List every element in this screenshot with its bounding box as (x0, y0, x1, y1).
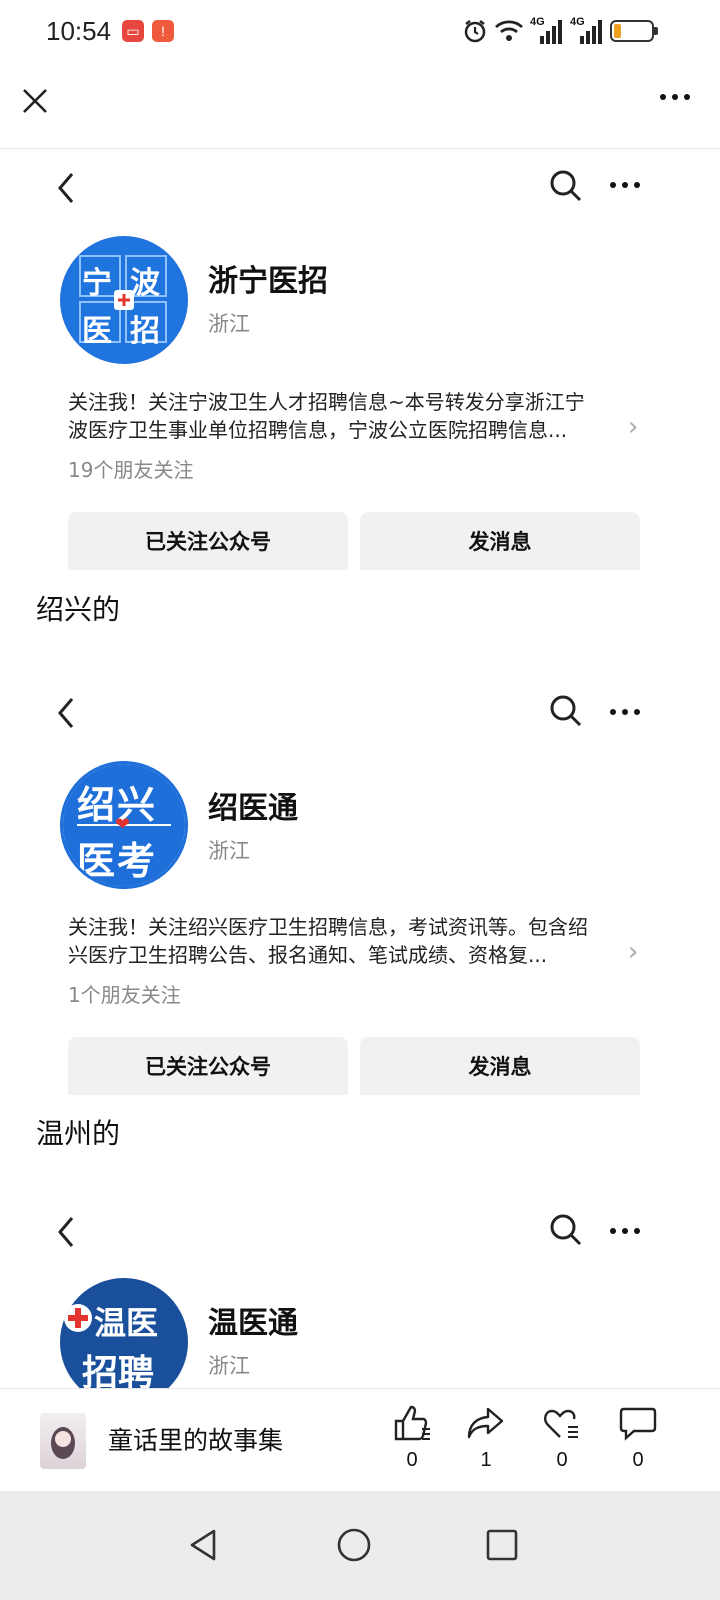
comment-icon (619, 1407, 657, 1441)
collection-title[interactable]: 童话里的故事集 (108, 1421, 283, 1457)
wifi-icon (494, 18, 524, 48)
favorite-button[interactable]: 0 (532, 1405, 592, 1472)
share-button[interactable]: 1 (456, 1405, 516, 1472)
battery-icon (610, 20, 658, 42)
close-icon[interactable] (20, 86, 50, 116)
send-message-button[interactable]: 发消息 (360, 512, 640, 570)
friends-following: 19个朋友关注 (68, 458, 194, 482)
more-icon[interactable] (610, 182, 640, 188)
top-bar (0, 66, 720, 149)
signal-icon: 4G (570, 16, 604, 50)
app-notification-icon: ▭ (122, 20, 144, 42)
heart-icon (544, 1409, 578, 1438)
author-avatar[interactable] (40, 1413, 86, 1469)
account-region: 浙江 (208, 839, 250, 863)
account-region: 浙江 (208, 1354, 250, 1378)
thumbs-up-icon (394, 1405, 430, 1441)
account-avatar[interactable]: 温医 招聘 (60, 1278, 188, 1388)
signal-icon: 4G (530, 16, 564, 50)
app-notification-icon: ! (152, 20, 174, 42)
more-icon[interactable] (660, 94, 690, 100)
account-card: 宁 波 医 招 浙宁医招 浙江 关注我！关注宁波卫生人才招聘信息~本号转发分享浙… (0, 150, 720, 570)
back-icon[interactable] (52, 1212, 82, 1252)
account-name: 温医通 (208, 1306, 298, 1341)
followed-button[interactable]: 已关注公众号 (68, 512, 348, 570)
friends-following: 1个朋友关注 (68, 983, 181, 1007)
system-nav-bar (0, 1491, 720, 1600)
search-icon[interactable] (548, 693, 584, 729)
chevron-right-icon[interactable]: › (628, 412, 638, 442)
comment-button[interactable]: 0 (608, 1405, 668, 1472)
home-nav-icon[interactable] (336, 1527, 372, 1567)
account-avatar[interactable]: 绍兴 ❤ 医考 (60, 761, 188, 889)
section-label: 温州的 (36, 1117, 121, 1150)
back-icon[interactable] (52, 168, 82, 208)
share-icon (467, 1407, 504, 1439)
like-button[interactable]: 0 (382, 1405, 442, 1472)
account-avatar[interactable]: 宁 波 医 招 (60, 236, 188, 364)
search-icon[interactable] (548, 1212, 584, 1248)
account-description[interactable]: 关注我！关注宁波卫生人才招聘信息~本号转发分享浙江宁 波医疗卫生事业单位招聘信息… (68, 388, 628, 444)
account-name: 绍医通 (208, 791, 298, 826)
back-nav-icon[interactable] (186, 1527, 220, 1567)
more-icon[interactable] (610, 1228, 640, 1234)
alarm-icon (462, 18, 488, 48)
account-region: 浙江 (208, 312, 250, 336)
account-name: 浙宁医招 (208, 264, 328, 299)
account-card: 温医 招聘 温医通 浙江 (0, 1210, 720, 1388)
section-label: 绍兴的 (36, 593, 121, 626)
status-bar: 10:54 ▭ ! 4G 4G (0, 0, 720, 66)
account-description[interactable]: 关注我！关注绍兴医疗卫生招聘信息，考试资讯等。包含绍 兴医疗卫生招聘公告、报名通… (68, 913, 628, 969)
recents-nav-icon[interactable] (486, 1529, 518, 1565)
status-time: 10:54 (46, 16, 112, 46)
more-icon[interactable] (610, 709, 640, 715)
bottom-action-bar: 童话里的故事集 0 1 0 0 (0, 1388, 720, 1492)
chevron-right-icon[interactable]: › (628, 937, 638, 967)
search-icon[interactable] (548, 168, 584, 204)
account-card: 绍兴 ❤ 医考 绍医通 浙江 关注我！关注绍兴医疗卫生招聘信息，考试资讯等。包含… (0, 685, 720, 1095)
send-message-button[interactable]: 发消息 (360, 1037, 640, 1095)
back-icon[interactable] (52, 693, 82, 733)
followed-button[interactable]: 已关注公众号 (68, 1037, 348, 1095)
